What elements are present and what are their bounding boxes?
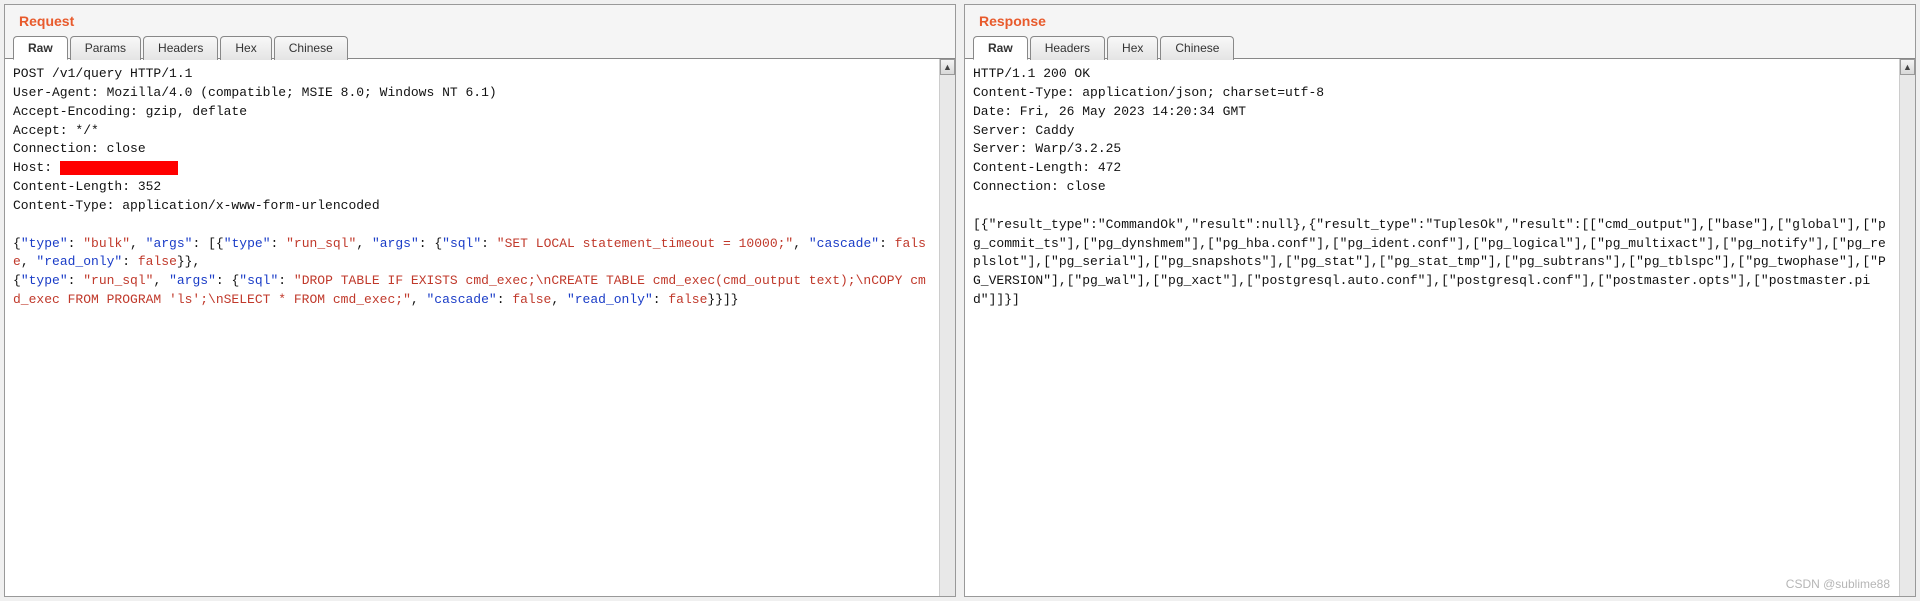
req-enc: Accept-Encoding: gzip, deflate (13, 104, 247, 119)
b-sql1: "SET LOCAL statement_timeout = 10000;" (497, 236, 793, 251)
redacted-host (60, 161, 178, 175)
tab-headers-resp[interactable]: Headers (1030, 36, 1105, 60)
b-args1: "args" (146, 236, 193, 251)
resp-conn: Connection: close (973, 179, 1106, 194)
scroll-up-icon[interactable]: ▲ (1900, 59, 1915, 75)
resp-ctype: Content-Type: application/json; charset=… (973, 85, 1324, 100)
req-host-label: Host: (13, 160, 60, 175)
tab-hex[interactable]: Hex (220, 36, 271, 60)
resp-date: Date: Fri, 26 May 2023 14:20:34 GMT (973, 104, 1246, 119)
tab-raw[interactable]: Raw (13, 36, 68, 60)
request-scrollbar[interactable]: ▲ (939, 59, 955, 596)
response-scrollbar[interactable]: ▲ (1899, 59, 1915, 596)
resp-status: HTTP/1.1 200 OK (973, 66, 1090, 81)
req-ctype: Content-Type: application/x-www-form-url… (13, 198, 380, 213)
request-tabs: Raw Params Headers Hex Chinese (5, 35, 955, 59)
resp-srv1: Server: Caddy (973, 123, 1074, 138)
response-content-wrap: HTTP/1.1 200 OK Content-Type: applicatio… (965, 58, 1915, 596)
resp-body: [{"result_type":"CommandOk","result":nul… (973, 217, 1886, 307)
watermark: CSDN @sublime88 (1786, 577, 1890, 591)
scroll-up-icon[interactable]: ▲ (940, 59, 955, 75)
req-conn: Connection: close (13, 141, 146, 156)
req-ua: User-Agent: Mozilla/4.0 (compatible; MSI… (13, 85, 497, 100)
req-line: POST /v1/query HTTP/1.1 (13, 66, 192, 81)
tab-chinese-resp[interactable]: Chinese (1160, 36, 1234, 60)
request-panel: Request Raw Params Headers Hex Chinese P… (4, 4, 956, 597)
b-open: { (13, 236, 21, 251)
response-tabs: Raw Headers Hex Chinese (965, 35, 1915, 59)
tab-params[interactable]: Params (70, 36, 141, 60)
response-panel: Response Raw Headers Hex Chinese HTTP/1.… (964, 4, 1916, 597)
tab-headers[interactable]: Headers (143, 36, 218, 60)
request-title: Request (5, 5, 955, 35)
req-clen: Content-Length: 352 (13, 179, 161, 194)
request-content[interactable]: POST /v1/query HTTP/1.1 User-Agent: Mozi… (5, 59, 939, 596)
tab-chinese[interactable]: Chinese (274, 36, 348, 60)
b-bulk: "bulk" (83, 236, 130, 251)
resp-clen: Content-Length: 472 (973, 160, 1121, 175)
req-accept: Accept: */* (13, 123, 99, 138)
tab-hex-resp[interactable]: Hex (1107, 36, 1158, 60)
response-title: Response (965, 5, 1915, 35)
resp-srv2: Server: Warp/3.2.25 (973, 141, 1121, 156)
b-type1: "type" (21, 236, 68, 251)
tab-raw-resp[interactable]: Raw (973, 36, 1028, 60)
response-content[interactable]: HTTP/1.1 200 OK Content-Type: applicatio… (965, 59, 1899, 596)
request-content-wrap: POST /v1/query HTTP/1.1 User-Agent: Mozi… (5, 58, 955, 596)
